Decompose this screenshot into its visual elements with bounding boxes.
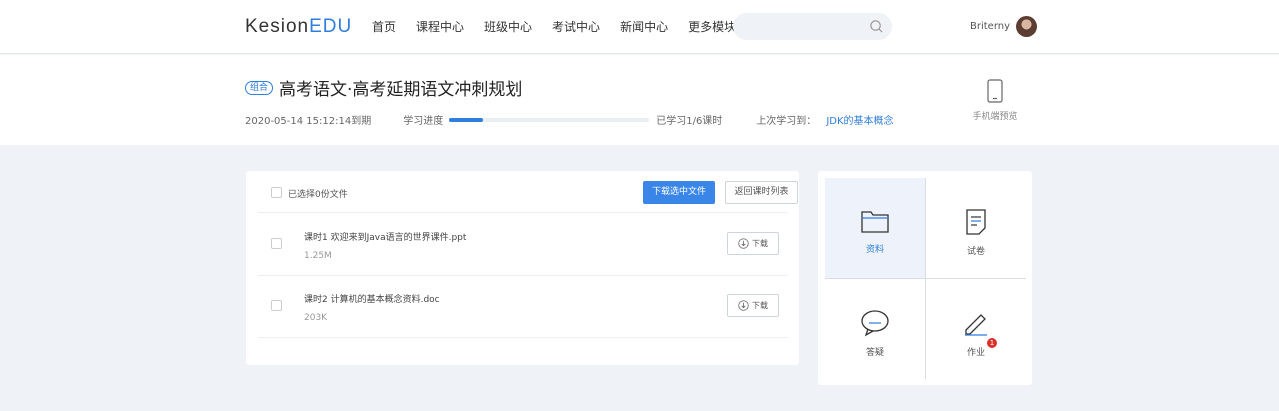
nav-course-center[interactable]: 课程中心 — [416, 18, 464, 35]
grid-divider-horizontal — [825, 278, 1026, 279]
qa-label: 答疑 — [865, 348, 884, 358]
course-title: 高考语文·高考延期语文冲刺规划 — [279, 80, 523, 100]
nav-home[interactable]: 首页 — [372, 18, 396, 35]
homework-tab[interactable]: 作业 1 — [926, 279, 1026, 379]
qa-tab[interactable]: 答疑 — [825, 279, 925, 379]
homework-count-badge: 1 — [987, 338, 997, 348]
course-title-row: 组合 高考语文·高考延期语文冲刺规划 — [245, 75, 522, 100]
folder-icon — [861, 211, 889, 233]
logo-text: Kesion — [245, 16, 310, 37]
file-checkbox[interactable] — [271, 300, 282, 311]
document-icon — [966, 209, 986, 235]
last-learned-link[interactable]: JDK的基本概念 — [826, 112, 893, 127]
progress-fill — [449, 117, 483, 122]
download-button[interactable]: 下载 — [727, 232, 779, 255]
expiry-date: 2020-05-14 15:12:14到期 — [245, 116, 372, 127]
back-to-lesson-list-button[interactable]: 返回课时列表 — [725, 181, 798, 204]
download-label: 下载 — [752, 301, 768, 310]
materials-tab[interactable]: 资料 — [825, 178, 925, 278]
phone-icon — [987, 79, 1003, 103]
course-info-band: 组合 高考语文·高考延期语文冲刺规划 2020-05-14 15:12:14到期… — [0, 55, 1279, 145]
files-panel: 已选择0份文件 下载选中文件 返回课时列表 课时1 欢迎来到Java语言的世界课… — [246, 171, 799, 365]
site-logo[interactable]: KesionEDU — [245, 16, 352, 38]
files-toolbar: 已选择0份文件 下载选中文件 返回课时列表 — [258, 171, 798, 213]
file-size: 1.25M — [304, 251, 332, 261]
nav-exam-center[interactable]: 考试中心 — [552, 18, 600, 35]
mobile-preview[interactable]: 手机端预览 — [970, 79, 1020, 122]
nav-class-center[interactable]: 班级中心 — [484, 18, 532, 35]
nav-more-modules[interactable]: 更多模块 — [688, 18, 736, 35]
course-meta: 2020-05-14 15:12:14到期 学习进度 已学习1/6课时 上次学习… — [245, 112, 894, 127]
file-size: 203K — [304, 313, 328, 323]
top-navigation-bar: KesionEDU 首页 课程中心 班级中心 考试中心 新闻中心 更多模块 Br… — [0, 0, 1279, 54]
select-all-checkbox[interactable] — [271, 187, 282, 198]
search-icon[interactable] — [869, 19, 884, 34]
selected-count-text: 已选择0份文件 — [288, 190, 348, 200]
search-input[interactable] — [733, 13, 863, 40]
download-button[interactable]: 下载 — [727, 294, 779, 317]
materials-label: 资料 — [865, 245, 884, 255]
list-item: 课时1 欢迎来到Java语言的世界课件.ppt 1.25M 下载 — [258, 214, 788, 276]
learned-count: 已学习1/6课时 — [656, 116, 723, 127]
progress-label: 学习进度 — [403, 116, 444, 127]
main-nav: 首页 课程中心 班级中心 考试中心 新闻中心 更多模块 — [372, 18, 736, 35]
avatar[interactable] — [1016, 16, 1038, 37]
download-icon — [738, 238, 749, 249]
nav-news-center[interactable]: 新闻中心 — [620, 18, 668, 35]
file-name: 课时1 欢迎来到Java语言的世界课件.ppt — [304, 233, 467, 243]
search-box — [733, 13, 892, 40]
chat-bubble-icon — [861, 310, 889, 337]
download-selected-button[interactable]: 下载选中文件 — [643, 181, 715, 204]
user-menu[interactable]: Briterny — [970, 16, 1038, 37]
file-checkbox[interactable] — [271, 238, 282, 249]
papers-tab[interactable]: 试卷 — [926, 178, 1026, 278]
download-icon — [738, 300, 749, 311]
list-item: 课时2 计算机的基本概念资料.doc 203K 下载 — [258, 276, 788, 338]
homework-label: 作业 — [966, 348, 985, 358]
mobile-preview-label: 手机端预览 — [972, 112, 1018, 122]
papers-label: 试卷 — [966, 247, 985, 257]
combo-badge: 组合 — [245, 80, 274, 95]
file-name: 课时2 计算机的基本概念资料.doc — [304, 295, 440, 305]
last-learned-label: 上次学习到： — [756, 116, 817, 127]
pencil-icon — [965, 314, 987, 336]
logo-accent-text: EDU — [309, 16, 353, 37]
download-label: 下载 — [752, 239, 768, 248]
user-name: Briterny — [970, 21, 1011, 32]
progress-bar — [449, 117, 650, 122]
